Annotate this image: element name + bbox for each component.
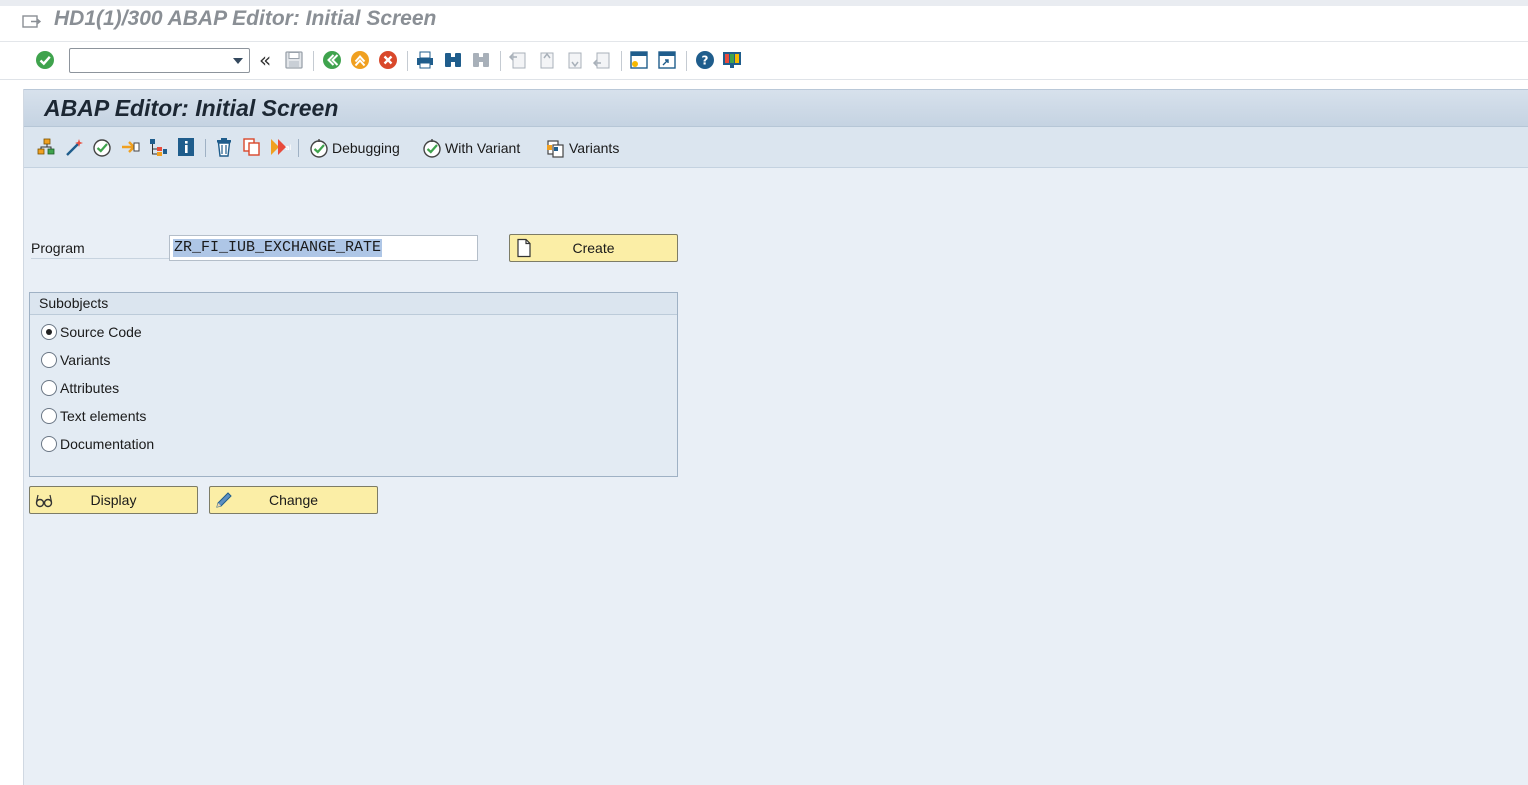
copy-icon[interactable]: [241, 136, 263, 158]
left-margin: [0, 80, 23, 785]
create-session-icon[interactable]: [628, 49, 650, 71]
print-icon[interactable]: [414, 49, 436, 71]
debugging-button[interactable]: Debugging: [308, 136, 400, 160]
execute-with-variant-icon: [423, 139, 441, 158]
find-icon[interactable]: [442, 49, 464, 71]
object-list-icon[interactable]: [35, 136, 57, 158]
toolbar-separator: [686, 51, 687, 71]
toolbar-separator: [205, 139, 206, 157]
toolbar-separator: [313, 51, 314, 71]
rename-icon[interactable]: ab: [269, 136, 291, 158]
back-icon[interactable]: [321, 49, 343, 71]
radio-variants[interactable]: Variants: [41, 352, 110, 368]
with-variant-button[interactable]: With Variant: [421, 136, 520, 160]
toolbar-separator: [621, 51, 622, 71]
display-button-label: Display: [90, 492, 137, 508]
debug-icon: [310, 139, 328, 158]
toolbar-separator: [298, 139, 299, 157]
activate-icon[interactable]: [119, 136, 141, 158]
toolbar-separator: [500, 51, 501, 71]
history-chevron-icon[interactable]: «: [259, 48, 271, 72]
help-icon[interactable]: ?: [694, 49, 716, 71]
next-page-icon[interactable]: [563, 49, 585, 71]
radio-button[interactable]: [41, 324, 57, 340]
with-variant-label: With Variant: [445, 140, 521, 156]
svg-text:?: ?: [702, 54, 709, 68]
variants-label: Variants: [569, 140, 620, 156]
radio-label: Text elements: [60, 408, 147, 424]
radio-label: Source Code: [60, 324, 142, 340]
check-icon[interactable]: [91, 136, 113, 158]
radio-button[interactable]: [41, 408, 57, 424]
chevron-down-icon[interactable]: [233, 58, 243, 64]
info-icon[interactable]: [175, 136, 197, 158]
radio-text-elements[interactable]: Text elements: [41, 408, 146, 424]
exit-icon[interactable]: [349, 49, 371, 71]
system-toolbar: « ?: [0, 42, 1528, 80]
debugging-label: Debugging: [332, 140, 400, 156]
subobjects-header: Subobjects: [30, 293, 677, 315]
screen-title: ABAP Editor: Initial Screen: [44, 95, 339, 121]
find-next-icon[interactable]: [470, 49, 492, 71]
subobjects-group: Subobjects Source Code Variants Attribut…: [29, 292, 678, 477]
main-screen: ABAP Editor: Initial Screen ab: [23, 89, 1528, 785]
program-input[interactable]: ZR_FI_IUB_EXCHANGE_RATE: [169, 235, 478, 261]
radio-documentation[interactable]: Documentation: [41, 436, 154, 452]
subobjects-title: Subobjects: [39, 295, 109, 311]
where-used-icon[interactable]: [147, 136, 169, 158]
create-button[interactable]: Create: [509, 234, 678, 262]
magic-wand-icon[interactable]: [63, 136, 85, 158]
first-page-icon[interactable]: [507, 49, 529, 71]
screen-header: ABAP Editor: Initial Screen: [24, 89, 1528, 127]
change-button-label: Change: [268, 492, 319, 508]
application-toolbar: ab Debugging With Variant Variants: [24, 127, 1528, 168]
radio-button[interactable]: [41, 380, 57, 396]
program-label: Program: [31, 240, 171, 259]
command-field[interactable]: [69, 48, 250, 73]
display-button[interactable]: Display: [29, 486, 198, 514]
radio-button[interactable]: [41, 352, 57, 368]
radio-button[interactable]: [41, 436, 57, 452]
previous-page-icon[interactable]: [535, 49, 557, 71]
radio-label: Documentation: [60, 436, 155, 452]
save-icon[interactable]: [283, 49, 305, 71]
last-page-icon[interactable]: [591, 49, 613, 71]
radio-label: Attributes: [60, 380, 120, 396]
title-bar: HD1(1)/300 ABAP Editor: Initial Screen: [0, 6, 1528, 42]
command-input[interactable]: [73, 51, 223, 70]
enter-icon[interactable]: [34, 49, 56, 71]
toolbar-separator: [407, 51, 408, 71]
radio-label: Variants: [60, 352, 111, 368]
svg-text:ab: ab: [285, 144, 291, 152]
delete-icon[interactable]: [213, 136, 235, 158]
window-title: HD1(1)/300 ABAP Editor: Initial Screen: [54, 7, 437, 30]
cancel-icon[interactable]: [377, 49, 399, 71]
radio-source-code[interactable]: Source Code: [41, 324, 142, 340]
variants-icon: [547, 140, 564, 158]
program-value[interactable]: ZR_FI_IUB_EXCHANGE_RATE: [173, 239, 383, 257]
menu-icon[interactable]: [22, 14, 42, 30]
radio-attributes[interactable]: Attributes: [41, 380, 119, 396]
create-button-label: Create: [572, 240, 615, 256]
variants-button[interactable]: Variants: [545, 136, 619, 160]
shortcut-icon[interactable]: [656, 49, 678, 71]
change-button[interactable]: Change: [209, 486, 378, 514]
customize-layout-icon[interactable]: [721, 49, 743, 71]
